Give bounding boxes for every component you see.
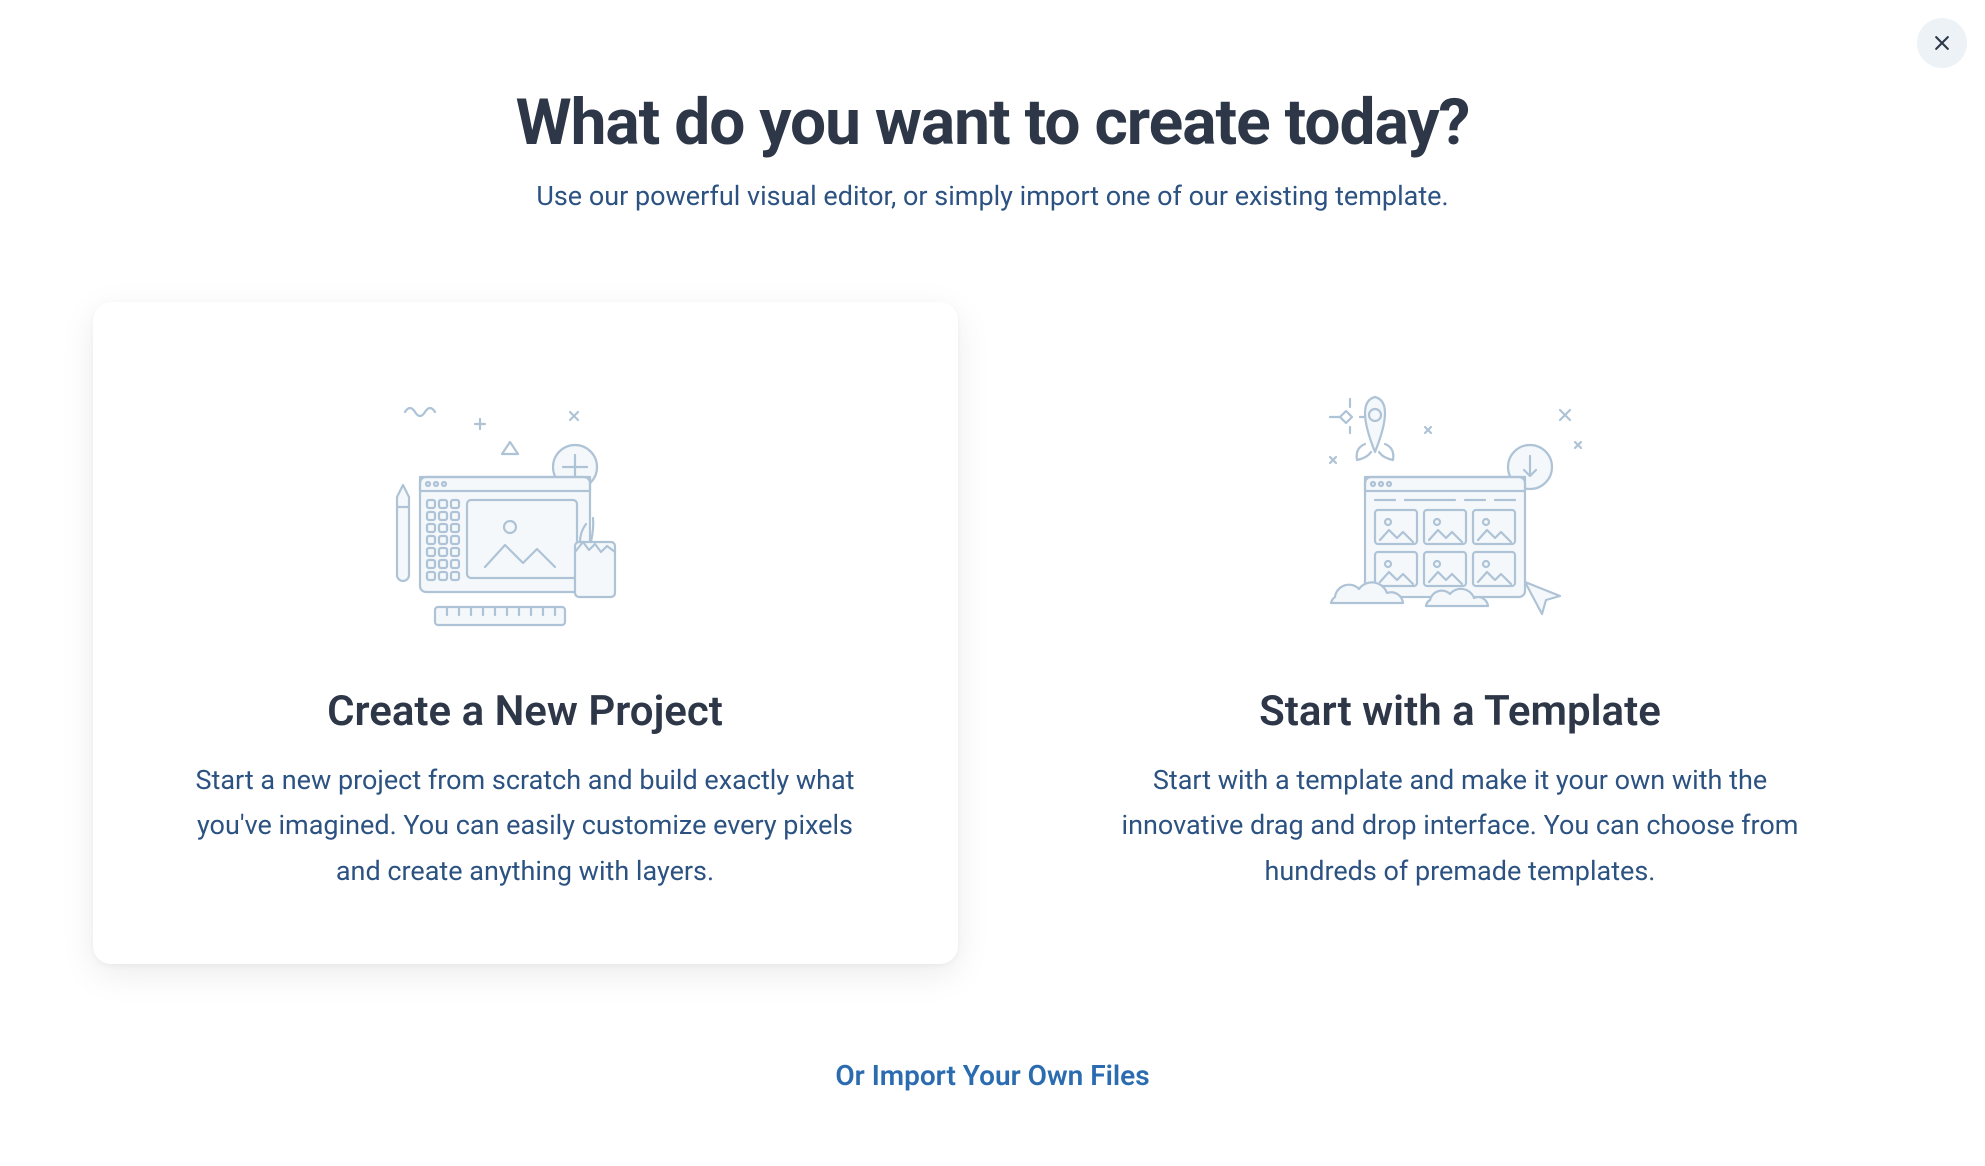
template-icon	[1310, 382, 1610, 642]
close-icon	[1932, 33, 1952, 53]
new-project-illustration	[153, 362, 898, 662]
page-subtitle: Use our powerful visual editor, or simpl…	[536, 180, 1448, 212]
option-description: Start with a template and make it your o…	[1110, 758, 1810, 894]
template-illustration	[1088, 362, 1833, 662]
modal-content: What do you want to create today? Use ou…	[0, 0, 1985, 1092]
page-title: What do you want to create today?	[516, 85, 1470, 160]
import-own-files-link[interactable]: Or Import Your Own Files	[835, 1059, 1149, 1092]
options-row: Create a New Project Start a new project…	[93, 302, 1893, 964]
option-new-project[interactable]: Create a New Project Start a new project…	[93, 302, 958, 964]
editor-icon	[375, 382, 675, 642]
option-title: Start with a Template	[1088, 687, 1833, 736]
close-button[interactable]	[1917, 18, 1967, 68]
option-title: Create a New Project	[153, 687, 898, 736]
option-start-template[interactable]: Start with a Template Start with a templ…	[1028, 302, 1893, 964]
option-description: Start a new project from scratch and bui…	[175, 758, 875, 894]
